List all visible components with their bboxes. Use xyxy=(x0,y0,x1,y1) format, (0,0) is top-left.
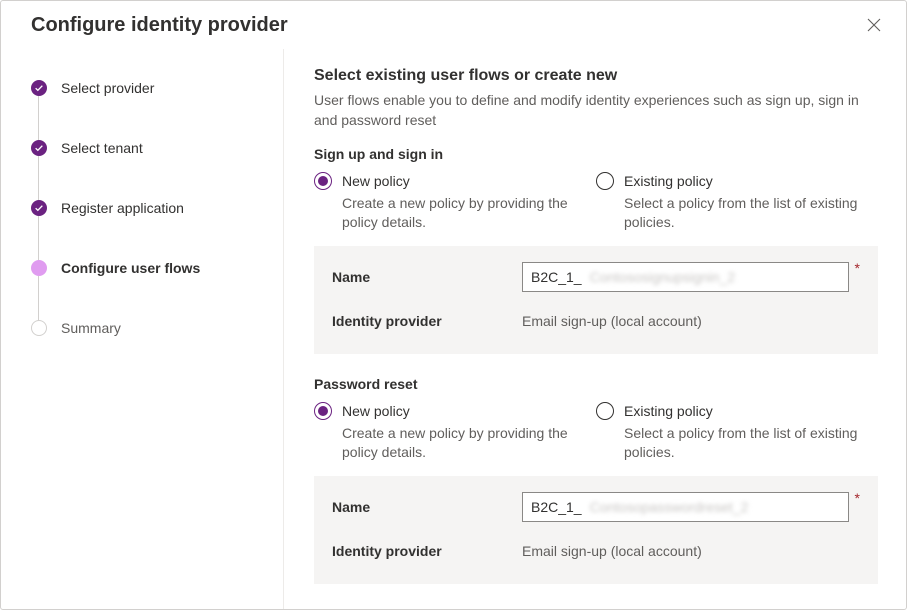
pwreset-existing-policy-radio[interactable]: Existing policy xyxy=(596,402,878,420)
pwreset-name-input-wrap: B2C_1_ xyxy=(522,492,849,522)
signup-new-policy-radio[interactable]: New policy xyxy=(314,172,596,190)
close-icon xyxy=(867,18,881,32)
step-select-provider[interactable]: Select provider xyxy=(31,67,265,109)
step-indicator-current xyxy=(31,260,47,276)
signup-existing-policy-radio[interactable]: Existing policy xyxy=(596,172,878,190)
pwreset-name-input[interactable] xyxy=(588,493,840,521)
signup-idp-value: Email sign-up (local account) xyxy=(522,313,702,329)
radio-icon xyxy=(314,402,332,420)
close-button[interactable] xyxy=(860,11,888,39)
section-title-signup: Sign up and sign in xyxy=(314,146,878,162)
section-title-password-reset: Password reset xyxy=(314,376,878,392)
check-icon xyxy=(34,203,44,213)
signup-new-policy-desc: Create a new policy by providing the pol… xyxy=(342,194,584,232)
configure-identity-provider-panel: Configure identity provider Select provi… xyxy=(0,0,907,610)
signup-form: Name B2C_1_ * Identity provider Email si… xyxy=(314,246,878,354)
step-indicator-pending xyxy=(31,320,47,336)
check-icon xyxy=(34,83,44,93)
wizard-stepper: Select provider Select tenant Register a… xyxy=(1,49,284,609)
step-indicator-completed xyxy=(31,80,47,96)
content-description: User flows enable you to define and modi… xyxy=(314,91,878,130)
idp-label: Identity provider xyxy=(332,313,522,329)
radio-icon xyxy=(596,402,614,420)
policy-prefix: B2C_1_ xyxy=(531,499,582,515)
step-summary[interactable]: Summary xyxy=(31,307,265,349)
pwreset-new-policy-desc: Create a new policy by providing the pol… xyxy=(342,424,584,462)
step-register-application[interactable]: Register application xyxy=(31,187,265,229)
policy-prefix: B2C_1_ xyxy=(531,269,582,285)
pwreset-idp-value: Email sign-up (local account) xyxy=(522,543,702,559)
signup-policy-choice: New policy Create a new policy by provid… xyxy=(314,172,878,232)
name-label: Name xyxy=(332,269,522,285)
step-indicator-completed xyxy=(31,140,47,156)
content-area: Select existing user flows or create new… xyxy=(284,49,906,609)
idp-label: Identity provider xyxy=(332,543,522,559)
signup-existing-policy-desc: Select a policy from the list of existin… xyxy=(624,194,866,232)
step-indicator-completed xyxy=(31,200,47,216)
check-icon xyxy=(34,143,44,153)
name-label: Name xyxy=(332,499,522,515)
step-configure-user-flows[interactable]: Configure user flows xyxy=(31,247,265,289)
pwreset-new-policy-radio[interactable]: New policy xyxy=(314,402,596,420)
required-indicator: * xyxy=(855,260,860,276)
pwreset-form: Name B2C_1_ * Identity provider Email si… xyxy=(314,476,878,584)
signup-name-input-wrap: B2C_1_ xyxy=(522,262,849,292)
panel-title: Configure identity provider xyxy=(31,14,860,37)
radio-icon xyxy=(596,172,614,190)
pwreset-existing-policy-desc: Select a policy from the list of existin… xyxy=(624,424,866,462)
signup-name-input[interactable] xyxy=(588,263,840,291)
required-indicator: * xyxy=(855,490,860,506)
panel-body: Select provider Select tenant Register a… xyxy=(1,49,906,609)
content-title: Select existing user flows or create new xyxy=(314,67,878,85)
radio-icon xyxy=(314,172,332,190)
pwreset-policy-choice: New policy Create a new policy by provid… xyxy=(314,402,878,462)
step-select-tenant[interactable]: Select tenant xyxy=(31,127,265,169)
panel-header: Configure identity provider xyxy=(1,1,906,49)
